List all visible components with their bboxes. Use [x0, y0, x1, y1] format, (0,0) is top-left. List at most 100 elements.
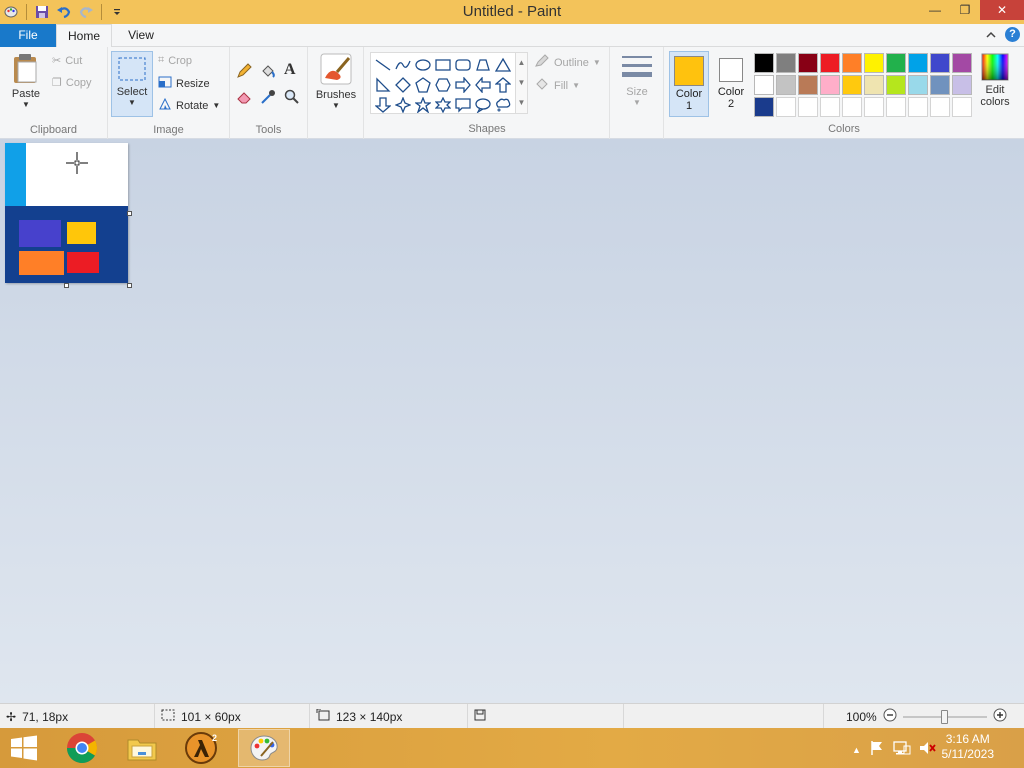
collapse-ribbon-icon[interactable]	[985, 27, 997, 45]
show-hidden-icons[interactable]: ▲	[852, 745, 861, 755]
down-arrow-shape-icon[interactable]	[373, 95, 393, 115]
palette-swatch[interactable]	[930, 97, 950, 117]
customize-qat-icon[interactable]	[108, 3, 126, 21]
canvas-workspace[interactable]	[0, 139, 1024, 703]
canvas-resize-handle-right[interactable]	[127, 211, 132, 216]
cloud-callout-shape-icon[interactable]	[493, 95, 513, 115]
palette-swatch[interactable]	[952, 97, 972, 117]
edit-colors-button[interactable]: Edit colors	[975, 53, 1015, 108]
pentagon-shape-icon[interactable]	[413, 75, 433, 95]
eraser-tool[interactable]	[236, 89, 252, 105]
volume-muted-icon[interactable]	[919, 740, 937, 759]
line-shape-icon[interactable]	[373, 55, 393, 75]
cut-button[interactable]: ✂ Cut	[52, 54, 82, 68]
palette-swatch[interactable]	[820, 53, 840, 73]
oval-callout-shape-icon[interactable]	[473, 95, 493, 115]
rounded-rectangle-shape-icon[interactable]	[453, 55, 473, 75]
scroll-up-icon[interactable]: ▲	[516, 53, 527, 73]
fill-button[interactable]: Fill ▼	[534, 77, 580, 94]
palette-swatch[interactable]	[842, 53, 862, 73]
network-icon[interactable]	[893, 740, 911, 759]
palette-swatch[interactable]	[952, 53, 972, 73]
paint-app-icon[interactable]	[2, 3, 20, 21]
fill-tool[interactable]	[260, 63, 276, 79]
palette-swatch[interactable]	[820, 75, 840, 95]
select-button[interactable]: Select ▼	[111, 51, 153, 117]
rotate-button[interactable]: Rotate ▼	[158, 97, 220, 113]
taskbar-half-life-2[interactable]: 2	[176, 729, 228, 767]
palette-swatch[interactable]	[864, 53, 884, 73]
up-arrow-shape-icon[interactable]	[493, 75, 513, 95]
paste-button[interactable]: Paste ▼	[6, 53, 46, 109]
canvas-resize-handle-bottom[interactable]	[64, 283, 69, 288]
brushes-dropdown-icon[interactable]: ▼	[312, 101, 360, 110]
palette-swatch[interactable]	[798, 75, 818, 95]
taskbar-clock[interactable]: 3:16 AM 5/11/2023	[942, 732, 995, 762]
taskbar-chrome[interactable]	[56, 729, 108, 767]
zoom-in-button[interactable]	[993, 708, 1007, 725]
diamond-shape-icon[interactable]	[393, 75, 413, 95]
palette-swatch[interactable]	[798, 53, 818, 73]
tab-home[interactable]: Home	[56, 24, 112, 48]
palette-swatch[interactable]	[864, 75, 884, 95]
palette-swatch[interactable]	[754, 75, 774, 95]
fill-dropdown-icon[interactable]: ▼	[572, 81, 580, 90]
select-dropdown-icon[interactable]: ▼	[112, 98, 152, 107]
size-dropdown-icon[interactable]: ▼	[618, 98, 656, 107]
zoom-slider-thumb[interactable]	[940, 709, 948, 724]
rect-callout-shape-icon[interactable]	[453, 95, 473, 115]
palette-swatch[interactable]	[908, 75, 928, 95]
redo-icon[interactable]	[77, 3, 95, 21]
color2-button[interactable]: Color 2	[711, 51, 751, 115]
color1-button[interactable]: Color 1	[669, 51, 709, 117]
palette-swatch[interactable]	[754, 97, 774, 117]
palette-swatch[interactable]	[776, 75, 796, 95]
palette-swatch[interactable]	[776, 53, 796, 73]
brushes-button[interactable]: Brushes ▼	[312, 52, 360, 110]
canvas-resize-handle-corner[interactable]	[127, 283, 132, 288]
restore-button[interactable]: ❐	[950, 0, 980, 20]
save-icon[interactable]	[33, 3, 51, 21]
resize-button[interactable]: Resize	[158, 76, 210, 91]
palette-swatch[interactable]	[864, 97, 884, 117]
minimize-button[interactable]: —	[920, 0, 950, 20]
six-point-star-shape-icon[interactable]	[433, 95, 453, 115]
right-arrow-shape-icon[interactable]	[453, 75, 473, 95]
magnifier-tool[interactable]	[284, 89, 300, 105]
taskbar-file-explorer[interactable]	[116, 729, 168, 767]
palette-swatch[interactable]	[754, 53, 774, 73]
five-point-star-shape-icon[interactable]	[413, 95, 433, 115]
close-button[interactable]: ✕	[980, 0, 1024, 20]
curve-shape-icon[interactable]	[393, 55, 413, 75]
outline-dropdown-icon[interactable]: ▼	[593, 58, 601, 67]
size-button[interactable]: Size ▼	[618, 53, 656, 107]
palette-swatch[interactable]	[886, 97, 906, 117]
palette-swatch[interactable]	[798, 97, 818, 117]
zoom-out-button[interactable]	[883, 708, 897, 725]
taskbar-paint[interactable]	[238, 729, 290, 767]
palette-swatch[interactable]	[776, 97, 796, 117]
tab-view[interactable]: View	[116, 24, 166, 47]
shapes-gallery-scroll[interactable]: ▲ ▼ ▼	[516, 52, 528, 114]
polygon-shape-icon[interactable]	[473, 55, 493, 75]
palette-swatch[interactable]	[908, 53, 928, 73]
left-arrow-shape-icon[interactable]	[473, 75, 493, 95]
palette-swatch[interactable]	[842, 75, 862, 95]
scroll-down-icon[interactable]: ▼	[516, 73, 527, 93]
oval-shape-icon[interactable]	[413, 55, 433, 75]
palette-swatch[interactable]	[930, 53, 950, 73]
rectangle-shape-icon[interactable]	[433, 55, 453, 75]
copy-button[interactable]: ❐ Copy	[52, 76, 92, 90]
hexagon-shape-icon[interactable]	[433, 75, 453, 95]
expand-gallery-icon[interactable]: ▼	[516, 93, 527, 113]
palette-swatch[interactable]	[952, 75, 972, 95]
paste-dropdown-icon[interactable]: ▼	[6, 100, 46, 109]
action-center-flag-icon[interactable]	[869, 740, 885, 759]
palette-swatch[interactable]	[930, 75, 950, 95]
palette-swatch[interactable]	[820, 97, 840, 117]
tab-file[interactable]: File	[0, 24, 56, 47]
rotate-dropdown-icon[interactable]: ▼	[212, 101, 220, 110]
pencil-tool[interactable]	[236, 63, 252, 79]
palette-swatch[interactable]	[886, 75, 906, 95]
palette-swatch[interactable]	[908, 97, 928, 117]
